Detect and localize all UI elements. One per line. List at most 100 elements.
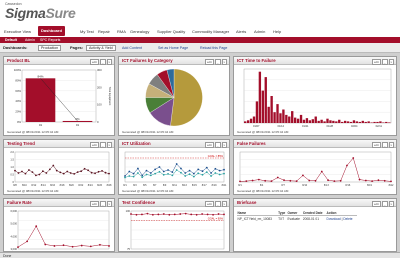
tab-executive-view[interactable]: Executive View bbox=[4, 28, 31, 35]
data-point bbox=[145, 169, 148, 172]
file-name-link[interactable]: NP_ICTYield_rm_10083 bbox=[237, 216, 278, 222]
data-point bbox=[89, 245, 92, 248]
dashboard-select[interactable]: Production bbox=[38, 45, 62, 51]
close-button[interactable]: x bbox=[106, 200, 112, 207]
data-point bbox=[371, 180, 374, 182]
tab-my-test[interactable]: My Test bbox=[80, 28, 94, 35]
close-button[interactable]: x bbox=[388, 200, 394, 207]
bar bbox=[264, 77, 267, 123]
close-button[interactable]: x bbox=[388, 58, 394, 65]
data-point bbox=[162, 173, 165, 176]
data-point bbox=[146, 212, 149, 215]
file-type: TXT bbox=[278, 216, 285, 221]
product-bl-chart: 100%80%60%40%20%0%300200100084%012%01Tot… bbox=[14, 68, 112, 127]
data-point bbox=[71, 245, 74, 248]
ict-utilization-chart: GOAL = 85% 8/1 8/3 8/5 8/7 8/9 8/11 8/13 8/15 8/1… bbox=[123, 151, 227, 187]
minimize-button[interactable]: _ bbox=[99, 200, 106, 207]
pages-select[interactable]: Activity & Yield bbox=[86, 45, 116, 51]
minimize-button[interactable]: _ bbox=[381, 58, 388, 65]
app-logo[interactable]: SigmaSure bbox=[5, 5, 76, 21]
minimize-button[interactable]: _ bbox=[99, 58, 106, 65]
edit-button[interactable]: edit bbox=[371, 141, 381, 148]
tab-rma[interactable]: RMA bbox=[117, 28, 126, 35]
close-button[interactable]: x bbox=[106, 141, 112, 148]
data-point bbox=[184, 172, 187, 174]
data-point bbox=[214, 167, 217, 170]
edit-button[interactable]: edit bbox=[371, 200, 381, 207]
bar bbox=[252, 116, 256, 123]
y-tick-label: 40% bbox=[15, 99, 21, 103]
tab-admin[interactable]: Admin bbox=[254, 28, 265, 35]
reload-page-link[interactable]: Reload this Page bbox=[200, 43, 227, 53]
y-tick-label: 0.5 bbox=[10, 173, 14, 177]
bar bbox=[288, 116, 291, 123]
add-content-link[interactable]: Add Content bbox=[122, 43, 142, 53]
data-point bbox=[192, 175, 195, 178]
data-point bbox=[206, 213, 209, 216]
data-point bbox=[41, 170, 44, 173]
test-confidence-chart: 100 75 GOAL = 90% bbox=[126, 209, 225, 251]
goal-label: GOAL = 90% bbox=[208, 217, 224, 221]
data-point bbox=[108, 172, 110, 175]
minimize-button[interactable]: _ bbox=[214, 58, 221, 65]
panel-footer: Generated @ 08/31/2011 12:05:44 AM bbox=[122, 130, 174, 134]
panel-product-bl: Product BL edit _ x 100% 80% 60% 40% 20% 0% 300 2… bbox=[3, 56, 115, 136]
edit-button[interactable]: edit bbox=[204, 141, 214, 148]
tab-dashboard[interactable]: Dashboard bbox=[38, 26, 65, 36]
minimize-button[interactable]: _ bbox=[99, 141, 106, 148]
x-tick-label: 02/04 bbox=[351, 124, 358, 128]
logo-text-a: Sigma bbox=[5, 5, 46, 21]
data-point bbox=[69, 172, 72, 174]
edit-button[interactable]: edit bbox=[371, 58, 381, 65]
close-button[interactable]: x bbox=[106, 58, 112, 65]
download-link[interactable]: Download bbox=[327, 217, 341, 221]
data-point bbox=[383, 179, 386, 182]
data-point bbox=[149, 174, 152, 177]
tab-commodity-manager[interactable]: Commodity Manager bbox=[192, 28, 229, 35]
data-point bbox=[149, 172, 152, 174]
close-button[interactable]: x bbox=[221, 200, 227, 207]
data-point bbox=[197, 172, 200, 175]
close-button[interactable]: x bbox=[221, 141, 227, 148]
tab-genealogy[interactable]: Genealogy bbox=[130, 28, 149, 35]
edit-button[interactable]: edit bbox=[204, 58, 214, 65]
data-point bbox=[217, 213, 220, 215]
y-tick-label: 75 bbox=[127, 247, 130, 251]
data-point bbox=[218, 169, 221, 172]
bar bbox=[296, 118, 300, 123]
edit-button[interactable]: edit bbox=[89, 141, 99, 148]
chart-area bbox=[121, 66, 227, 129]
tab-supplier-quality[interactable]: Supplier Quality bbox=[157, 28, 185, 35]
file-actions: Download | Delete bbox=[326, 216, 353, 221]
x-tick-label: 8/26 bbox=[97, 184, 102, 187]
bar bbox=[293, 117, 297, 123]
delete-link[interactable]: Delete bbox=[343, 217, 352, 221]
close-button[interactable]: x bbox=[221, 58, 227, 65]
minimize-button[interactable]: _ bbox=[381, 200, 388, 207]
minimize-button[interactable]: _ bbox=[381, 141, 388, 148]
data-point bbox=[352, 157, 355, 159]
minimize-button[interactable]: _ bbox=[214, 200, 221, 207]
chart-area: 8/1 8/4 8/7 8/10 8/13 8/16 8/19 8/22 bbox=[236, 149, 394, 188]
set-home-link[interactable]: Set as Home Page bbox=[158, 43, 188, 53]
data-point bbox=[137, 167, 139, 170]
x-tick-label: 8/10 bbox=[22, 184, 27, 187]
minimize-button[interactable]: _ bbox=[214, 141, 221, 148]
edit-button[interactable]: edit bbox=[89, 58, 99, 65]
tab-help[interactable]: Help bbox=[273, 28, 281, 35]
edit-button[interactable]: edit bbox=[204, 200, 214, 207]
tab-repair[interactable]: Repair bbox=[98, 28, 110, 35]
data-point bbox=[132, 175, 135, 178]
bar bbox=[332, 120, 335, 123]
data-point bbox=[53, 245, 56, 247]
bar bbox=[343, 120, 347, 123]
y-tick-label: 1.5 bbox=[10, 158, 14, 162]
edit-button[interactable]: edit bbox=[89, 200, 99, 207]
bar bbox=[267, 106, 270, 123]
x-tick-label: 8/11 bbox=[172, 184, 177, 187]
close-button[interactable]: x bbox=[388, 141, 394, 148]
data-point bbox=[97, 170, 100, 173]
tab-alerts[interactable]: Alerts bbox=[236, 28, 246, 35]
data-point bbox=[192, 172, 195, 175]
pages-label: Pages: bbox=[70, 45, 84, 50]
